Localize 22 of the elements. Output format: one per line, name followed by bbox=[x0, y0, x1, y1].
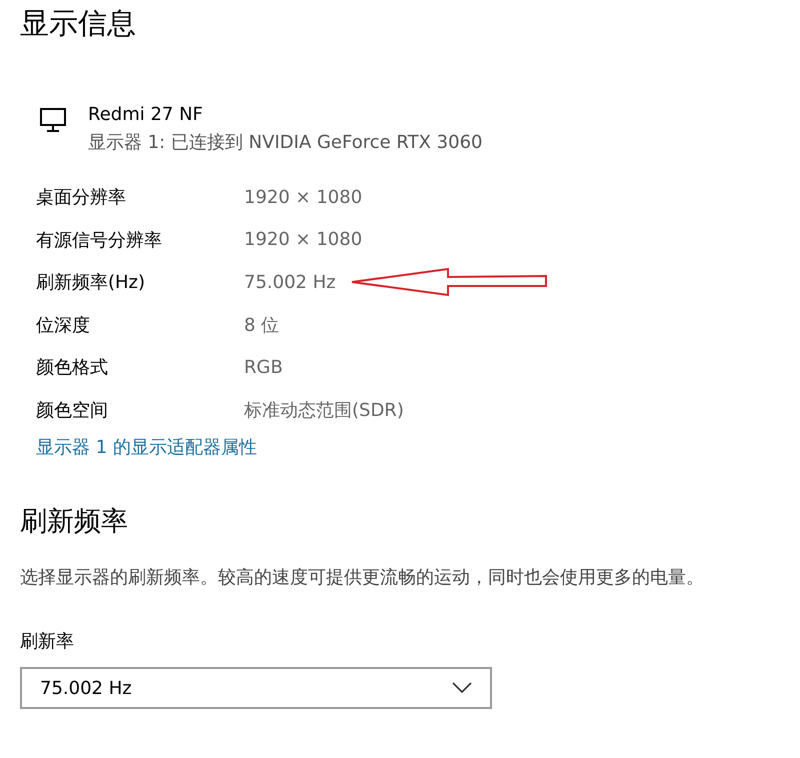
monitor-connection: 显示器 1: 已连接到 NVIDIA GeForce RTX 3060 bbox=[88, 131, 482, 155]
property-label: 位深度 bbox=[36, 314, 91, 337]
property-label: 颜色格式 bbox=[36, 356, 109, 380]
field-label: 刷新率 bbox=[20, 630, 75, 653]
monitor-icon bbox=[40, 108, 66, 132]
property-label: 有源信号分辨率 bbox=[36, 228, 163, 252]
property-value: 1920 × 1080 bbox=[244, 229, 362, 250]
property-label: 刷新频率(Hz) bbox=[36, 271, 146, 294]
monitor-name: Redmi 27 NF bbox=[88, 103, 204, 127]
property-value: 标准动态范围(SDR) bbox=[244, 398, 404, 422]
chevron-down-icon bbox=[452, 682, 472, 694]
property-value: 8 位 bbox=[244, 314, 280, 337]
refresh-rate-dropdown[interactable]: 75.002 Hz bbox=[20, 667, 492, 709]
section-heading: 刷新频率 bbox=[20, 505, 129, 539]
property-label: 桌面分辨率 bbox=[36, 186, 127, 210]
adapter-properties-link[interactable]: 显示器 1 的显示适配器属性 bbox=[36, 435, 257, 459]
property-label: 颜色空间 bbox=[36, 398, 109, 422]
property-value: 1920 × 1080 bbox=[244, 186, 362, 208]
property-value: 75.002 Hz bbox=[244, 272, 336, 293]
property-value: RGB bbox=[244, 356, 283, 378]
description-text: 选择显示器的刷新频率。较高的速度可提供更流畅的运动，同时也会使用更多的电量。 bbox=[20, 566, 705, 590]
section-title: 显示信息 bbox=[20, 5, 137, 42]
